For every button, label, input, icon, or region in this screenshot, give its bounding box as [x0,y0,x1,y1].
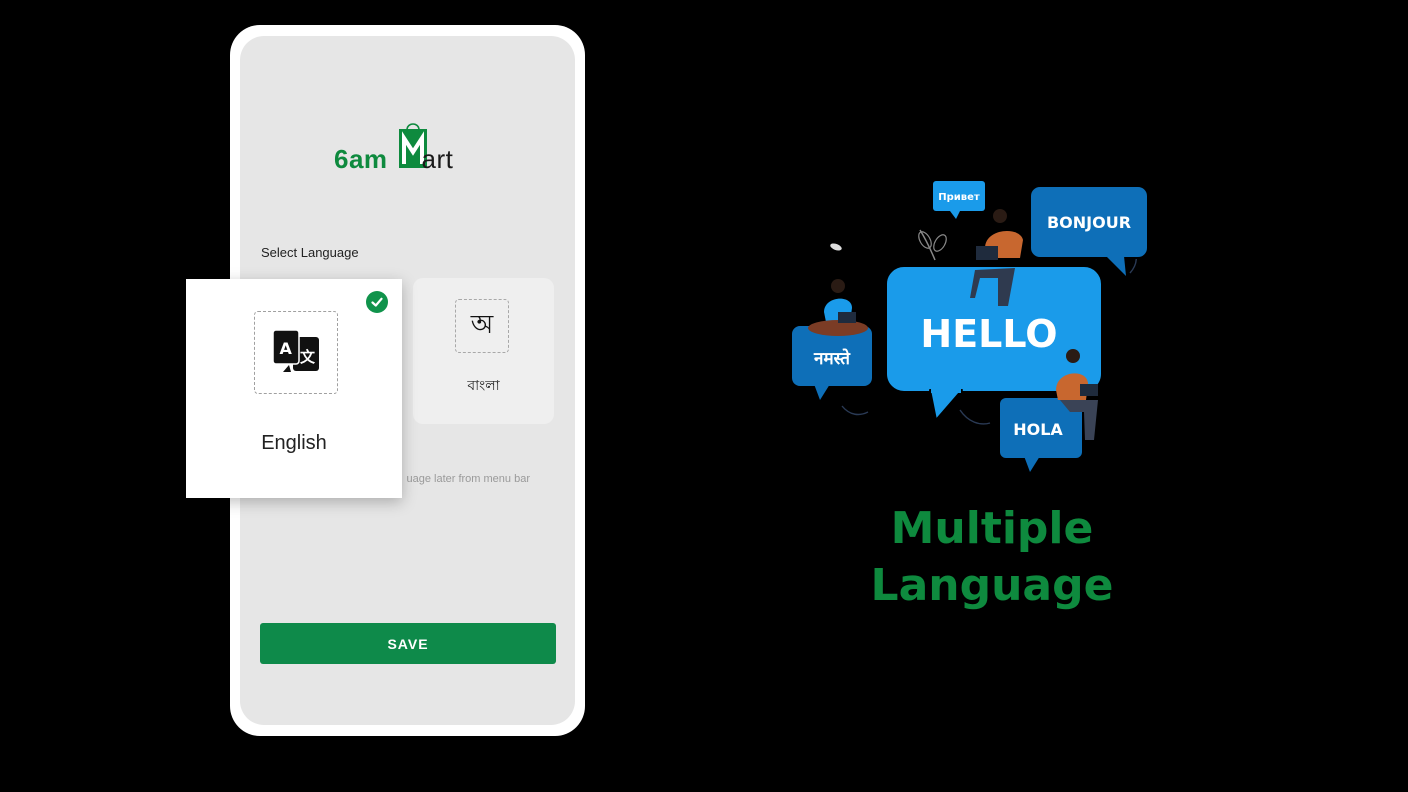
language-label-bangla: বাংলা [467,378,500,394]
language-label-english: English [261,432,327,454]
translate-icon-box: A 文 [254,311,338,394]
check-icon [366,291,388,313]
app-logo: 6am art [334,120,494,180]
bonjour-bubble: BONJOUR [1029,185,1149,276]
hello-text: HELLO [920,312,1057,356]
privet-text: Привет [938,192,980,203]
save-button[interactable]: SAVE [260,623,556,664]
svg-text:文: 文 [300,348,316,366]
hola-text: HOLA [1013,420,1063,439]
logo-text-main: 6am [334,144,388,174]
headline-line-1: Multiple [890,503,1094,554]
language-option-bangla[interactable]: অ বাংলা [413,278,554,424]
logo-text: 6am art [334,144,453,175]
svg-text:A: A [280,339,293,358]
bonjour-text: BONJOUR [1047,213,1131,232]
select-language-label: Select Language [261,245,359,260]
language-option-english[interactable]: A 文 English [186,279,402,498]
bangla-letter-icon: অ [455,299,509,353]
feature-headline: Multiple Language [832,500,1152,614]
privet-bubble: Привет [933,181,985,219]
hindi-text: नमस्ते [813,348,851,369]
translate-icon: A 文 [272,328,319,372]
person-left [808,279,868,336]
multilingual-illustration: Привет BONJOUR HELLO नमस्ते HOLA [792,181,1149,472]
hindi-bubble: नमस्ते [792,326,872,400]
headline-line-2: Language [870,560,1114,611]
logo-text-rest: art [421,144,454,174]
